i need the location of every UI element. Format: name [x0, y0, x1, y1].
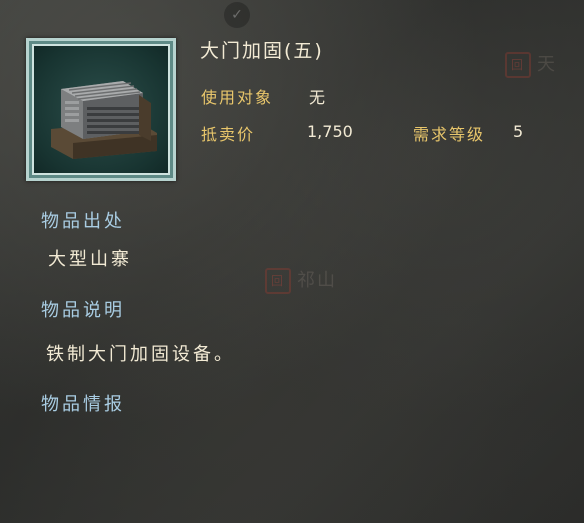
price-label: 抵卖价	[201, 125, 256, 144]
description-heading: 物品说明	[41, 300, 125, 321]
map-location-label: 回天	[505, 50, 557, 78]
gate-reinforcement-icon	[51, 81, 157, 159]
level-value: 5	[513, 122, 524, 141]
info-heading: 物品情报	[41, 394, 125, 415]
target-label: 使用对象	[201, 88, 274, 107]
map-location-label: 回祁山	[265, 266, 337, 294]
description-text: 铁制大门加固设备。	[46, 344, 235, 365]
source-text: 大型山寨	[48, 249, 132, 270]
map-marker-icon: ✓	[224, 2, 250, 28]
level-label: 需求等级	[413, 125, 486, 144]
map-seal-icon: 回	[265, 268, 291, 294]
price-value: 1,750	[307, 122, 353, 141]
item-name: 大门加固(五)	[200, 40, 324, 62]
item-icon-frame	[26, 38, 176, 181]
map-seal-icon: 回	[505, 52, 531, 78]
source-heading: 物品出处	[41, 211, 125, 232]
target-value: 无	[309, 88, 326, 107]
